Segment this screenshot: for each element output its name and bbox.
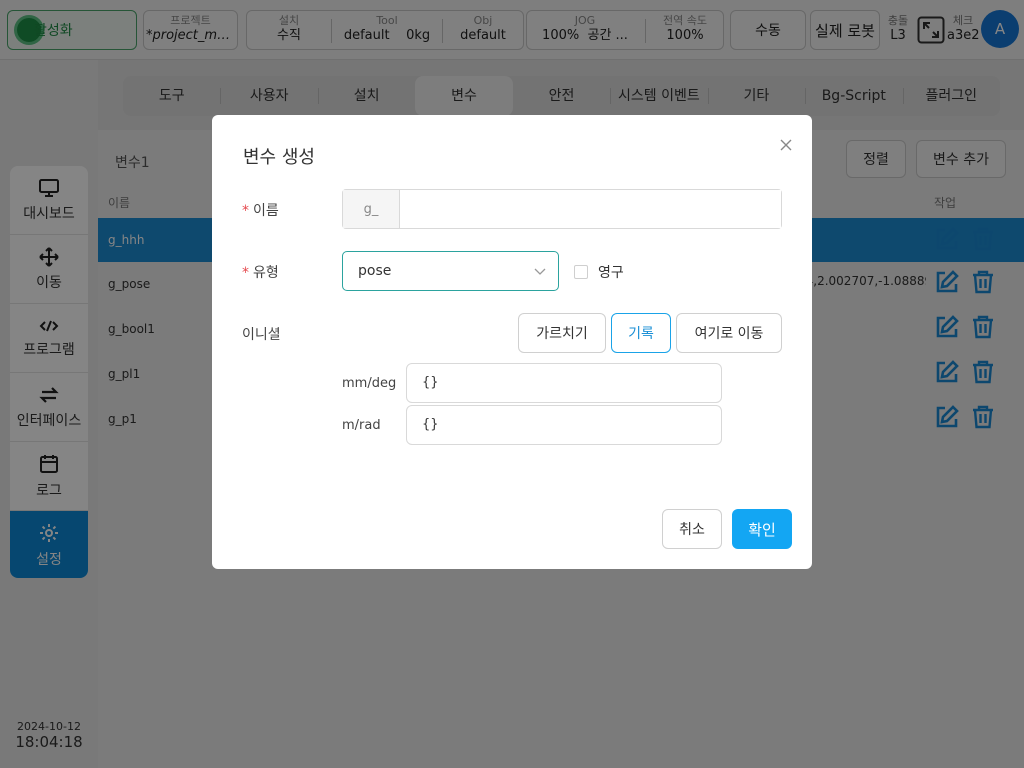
create-variable-dialog: 변수 생성 * 이름 g_ * 유형 pose 영구 이니셜 가르치기 기록 여기로… [212, 115, 812, 569]
chevron-down-icon [534, 268, 546, 275]
m-rad-field[interactable]: {} [406, 405, 722, 445]
dialog-title: 변수 생성 [243, 147, 315, 168]
initial-label: 이니셜 [242, 327, 281, 343]
checkbox-box[interactable] [574, 265, 588, 279]
record-button[interactable]: 기록 [611, 313, 671, 353]
cancel-button[interactable]: 취소 [662, 509, 722, 549]
confirm-button[interactable]: 확인 [732, 509, 792, 549]
name-input[interactable] [400, 190, 781, 228]
type-select-value: pose [358, 263, 392, 279]
persistent-checkbox[interactable]: 영구 [574, 262, 624, 282]
type-label: * 유형 [242, 265, 279, 281]
unit-mm-label: mm/deg [342, 376, 397, 391]
persistent-label: 영구 [598, 265, 624, 281]
mm-deg-field[interactable]: {} [406, 363, 722, 403]
teach-button[interactable]: 가르치기 [518, 313, 606, 353]
move-here-button[interactable]: 여기로 이동 [676, 313, 782, 353]
name-field: g_ [342, 189, 782, 229]
name-prefix: g_ [343, 190, 400, 228]
type-select[interactable]: pose [342, 251, 559, 291]
name-label: * 이름 [242, 203, 279, 219]
unit-m-label: m/rad [342, 418, 381, 433]
close-icon[interactable] [778, 137, 794, 153]
